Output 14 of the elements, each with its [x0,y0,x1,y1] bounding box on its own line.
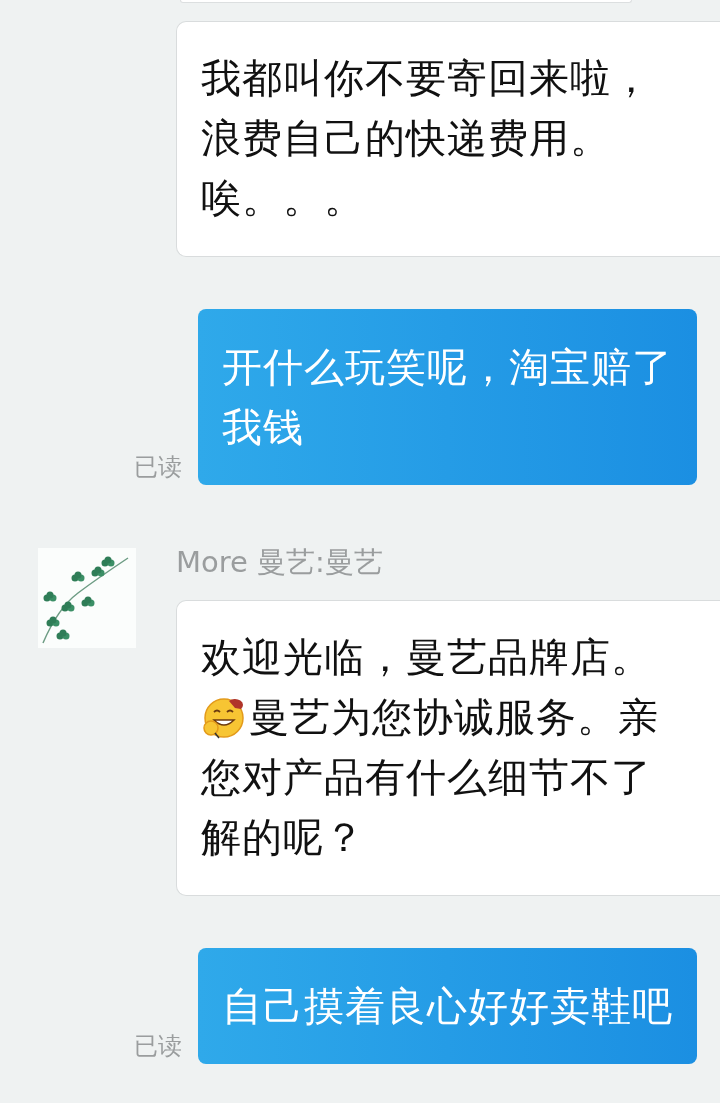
message-text: 开什么玩笑呢，淘宝赔了 [222,343,673,392]
message-text: 自己摸着良心好好卖鞋吧 [222,982,673,1031]
sender-name: More 曼艺:曼艺 [176,545,384,579]
message-text: 浪费自己的快递费用。 [201,114,612,163]
read-status: 已读 [134,1031,182,1062]
read-status: 已读 [134,452,182,483]
message-text: 唉。。。 [201,174,366,223]
smiley-icon [201,695,245,739]
message-text: 解的呢？ [201,813,366,862]
message-text: 您对产品有什么细节不了 [201,753,653,802]
message-text: 欢迎光临，曼艺品牌店。 [201,633,653,682]
message-text: 曼艺为您协诚服务。亲 [249,693,659,742]
message-text: 我钱 [222,403,305,452]
message-text: 我都叫你不要寄回来啦， [201,54,653,103]
